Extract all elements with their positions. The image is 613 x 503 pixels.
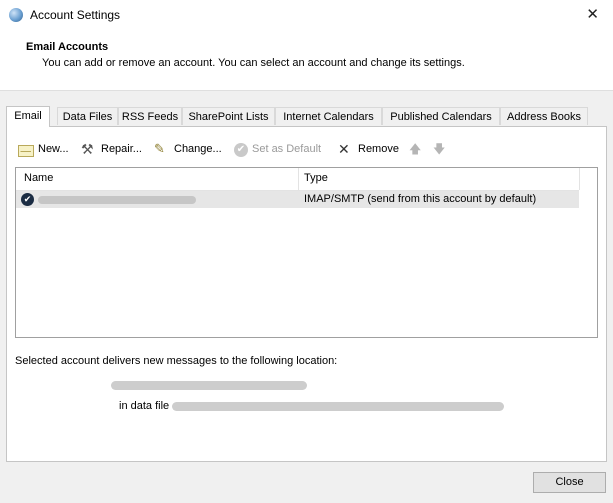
list-header: Name Type	[16, 168, 580, 191]
remove-x-icon: ✕	[338, 141, 350, 157]
title-bar: Account Settings ✕	[0, 0, 613, 30]
redacted-account-name	[38, 196, 196, 204]
move-down-button[interactable]: 🡇	[433, 140, 445, 158]
new-mail-icon	[18, 144, 34, 157]
default-account-check-icon: ✔	[21, 193, 34, 206]
change-button[interactable]: ✎ Change...	[154, 140, 222, 158]
tab-published-calendars[interactable]: Published Calendars	[382, 107, 500, 125]
arrow-down-icon: 🡇	[433, 142, 446, 156]
tab-address-books[interactable]: Address Books	[500, 107, 588, 125]
window-close-button[interactable]: ✕	[586, 5, 599, 23]
set-default-button[interactable]: ✔ Set as Default	[234, 140, 321, 158]
redacted-delivery-location	[111, 381, 307, 390]
new-button[interactable]: New...	[18, 140, 69, 158]
tab-data-files[interactable]: Data Files	[57, 107, 118, 125]
column-header-type[interactable]: Type	[304, 172, 328, 184]
repair-tools-icon: ⚒	[81, 141, 94, 157]
set-default-label: Set as Default	[252, 143, 322, 155]
new-label: New...	[38, 143, 69, 155]
remove-button[interactable]: ✕ Remove	[338, 140, 399, 158]
column-header-name[interactable]: Name	[24, 172, 53, 184]
header-band: Email Accounts You can add or remove an …	[0, 30, 613, 91]
delivery-location-label: Selected account delivers new messages t…	[15, 355, 338, 367]
tab-sharepoint-lists[interactable]: SharePoint Lists	[182, 107, 275, 125]
column-divider	[579, 168, 580, 190]
repair-button[interactable]: ⚒ Repair...	[81, 140, 142, 158]
close-button[interactable]: Close	[533, 472, 606, 493]
table-row[interactable]: ✔ IMAP/SMTP (send from this account by d…	[16, 191, 579, 208]
change-icon: ✎	[154, 141, 165, 156]
tab-email[interactable]: Email	[6, 106, 50, 127]
repair-label: Repair...	[101, 143, 142, 155]
remove-label: Remove	[358, 143, 399, 155]
check-circle-icon: ✔	[234, 142, 248, 157]
arrow-up-icon: 🡅	[409, 142, 422, 156]
in-data-file-label: in data file	[119, 400, 170, 412]
tab-internet-calendars[interactable]: Internet Calendars	[275, 107, 382, 125]
account-type: IMAP/SMTP (send from this account by def…	[304, 193, 537, 205]
section-title: Email Accounts	[26, 41, 109, 53]
tab-rss-feeds[interactable]: RSS Feeds	[118, 107, 182, 125]
column-divider	[298, 168, 299, 190]
move-up-button[interactable]: 🡅	[409, 140, 421, 158]
outlook-globe-icon	[9, 8, 23, 22]
change-label: Change...	[174, 143, 222, 155]
window-title: Account Settings	[30, 8, 121, 22]
section-description: You can add or remove an account. You ca…	[42, 57, 465, 69]
accounts-list[interactable]: Name Type ✔ IMAP/SMTP (send from this ac…	[15, 167, 598, 338]
redacted-data-file-path	[172, 402, 504, 411]
